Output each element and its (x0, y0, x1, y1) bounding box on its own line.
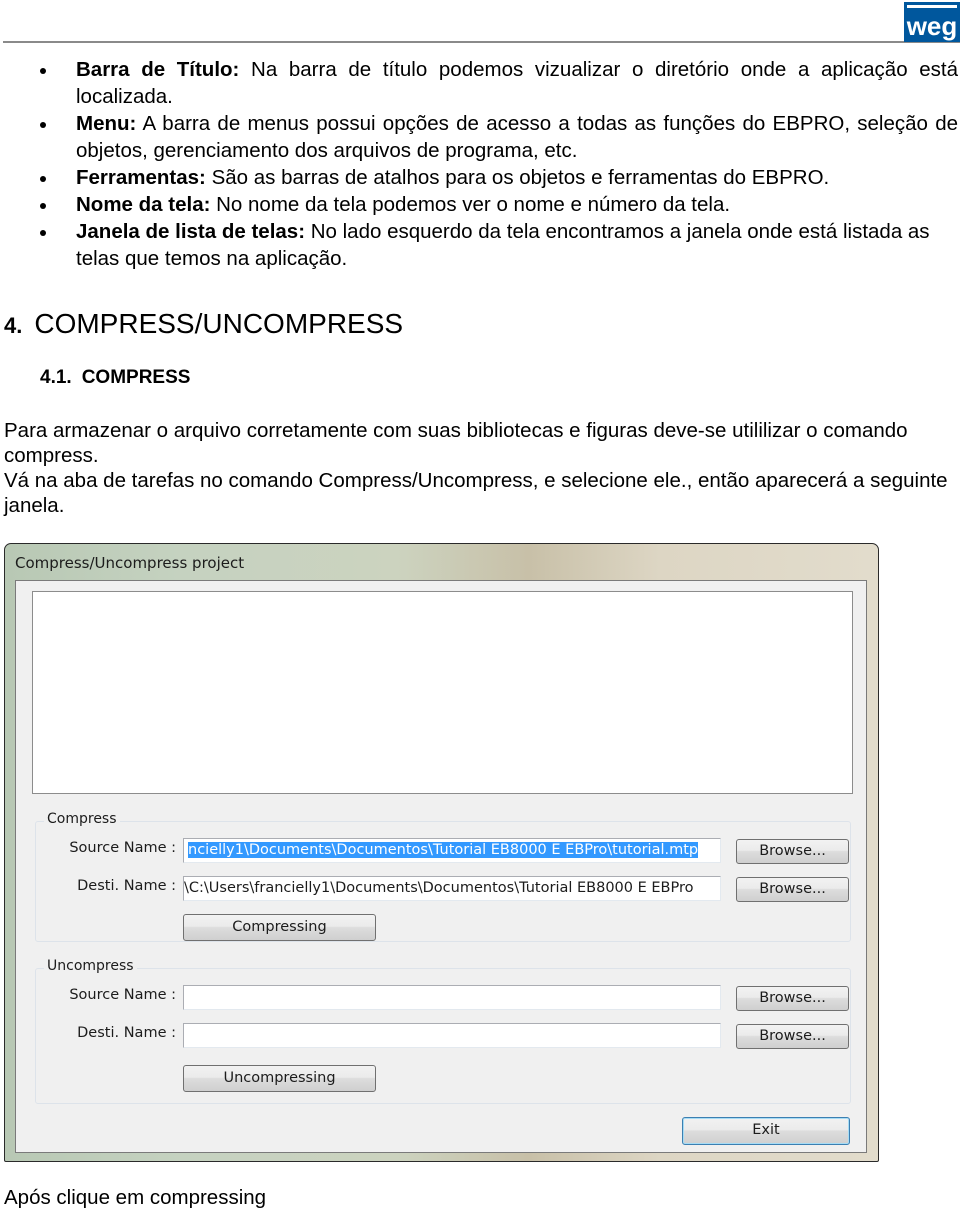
list-item: Menu: A barra de menus possui opções de … (0, 110, 960, 164)
bullet-icon (40, 230, 46, 236)
dialog-title: Compress/Uncompress project (15, 554, 245, 572)
bullet-icon (40, 122, 46, 128)
subsection-heading: 4.1. COMPRESS (40, 367, 190, 389)
compress-source-selected-text: ncielly1\Documents\Documentos\Tutorial E… (188, 842, 699, 858)
uncompress-group: Uncompress Source Name : Browse... Desti… (35, 958, 851, 1104)
uncompress-source-browse-button[interactable]: Browse... (736, 986, 849, 1011)
uncompressing-button[interactable]: Uncompressing (183, 1065, 376, 1092)
uncompress-dest-browse-button[interactable]: Browse... (736, 1024, 849, 1049)
compress-source-input[interactable]: ncielly1\Documents\Documentos\Tutorial E… (183, 838, 721, 863)
header-divider (3, 41, 960, 43)
compress-dest-label: Desti. Name : (77, 878, 176, 894)
list-item-text: No nome da tela podemos ver o nome e núm… (210, 193, 731, 216)
list-item-term: Janela de lista de telas: (76, 220, 306, 243)
exit-button[interactable]: Exit (682, 1117, 850, 1145)
compressing-button[interactable]: Compressing (183, 914, 376, 941)
uncompress-dest-input[interactable] (183, 1023, 721, 1048)
list-item-term: Nome da tela: (76, 193, 211, 216)
list-item-text: São as barras de atalhos para os objetos… (205, 166, 830, 189)
list-item: Nome da tela: No nome da tela podemos ve… (0, 191, 960, 218)
feature-list: Barra de Título: Na barra de título pode… (0, 56, 960, 272)
compress-source-label: Source Name : (69, 840, 176, 856)
log-listbox[interactable] (32, 591, 853, 794)
compress-group-label: Compress (44, 811, 120, 827)
caption-text: Após clique em compressing (4, 1186, 267, 1209)
list-item-term: Barra de Título: (76, 58, 240, 81)
section-heading: 4. COMPRESS/UNCOMPRESS (4, 308, 403, 340)
section-title: COMPRESS/UNCOMPRESS (34, 308, 404, 339)
subsection-title: COMPRESS (81, 367, 191, 388)
list-item: Janela de lista de telas: No lado esquer… (0, 218, 960, 272)
bullet-icon (40, 176, 46, 182)
bullet-icon (40, 203, 46, 209)
paragraph: Para armazenar o arquivo corretamente co… (4, 419, 908, 467)
compress-dest-text: C:\Users\francielly1\Documents\Documento… (184, 880, 694, 896)
uncompress-source-input[interactable] (183, 985, 721, 1010)
weg-logo-icon: weg (904, 2, 960, 42)
bullet-icon (40, 68, 46, 74)
list-item-term: Menu: (76, 112, 137, 135)
dialog-client-area: Compress Source Name : ncielly1\Document… (15, 580, 867, 1153)
paragraph: Vá na aba de tarefas no comando Compress… (4, 469, 948, 517)
list-item-text: A barra de menus possui opções de acesso… (76, 112, 958, 162)
compress-source-browse-button[interactable]: Browse... (736, 839, 849, 864)
compress-group: Compress Source Name : ncielly1\Document… (35, 811, 851, 942)
compress-dest-input[interactable]: C:\Users\francielly1\Documents\Documento… (183, 876, 721, 901)
compress-dest-browse-button[interactable]: Browse... (736, 877, 849, 902)
svg-text:weg: weg (906, 11, 958, 41)
section-number: 4. (4, 313, 23, 338)
uncompress-group-label: Uncompress (44, 958, 137, 974)
subsection-number: 4.1. (40, 367, 72, 388)
compress-dialog: Compress/Uncompress project Compress Sou… (4, 543, 879, 1162)
list-item-term: Ferramentas: (76, 166, 206, 189)
uncompress-source-label: Source Name : (69, 987, 176, 1003)
list-item: Ferramentas: São as barras de atalhos pa… (0, 164, 960, 191)
uncompress-dest-label: Desti. Name : (77, 1025, 176, 1041)
list-item: Barra de Título: Na barra de título pode… (0, 56, 960, 110)
